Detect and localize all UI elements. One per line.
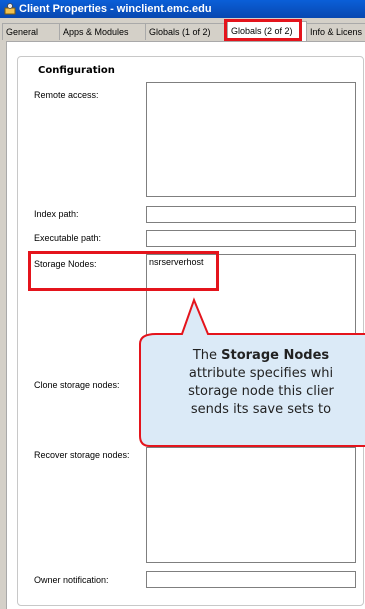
callout-line-4: sends its save sets to	[190, 402, 332, 417]
callout-bold-term: Storage Nodes	[221, 348, 330, 363]
callout-text: The Storage Nodes attribute specifies wh…	[146, 347, 365, 419]
callout-line-2: attribute specifies whi	[188, 366, 334, 381]
tab-label: Globals (2 of 2)	[231, 26, 293, 36]
tab-globals-2[interactable]: Globals (2 of 2)	[227, 21, 307, 41]
callout-line-3: storage node this clier	[188, 384, 334, 399]
callout-line-1-pre: The	[192, 348, 222, 363]
callout-line-1: The Storage Nodes	[146, 347, 365, 365]
callout-balloon	[139, 297, 365, 447]
